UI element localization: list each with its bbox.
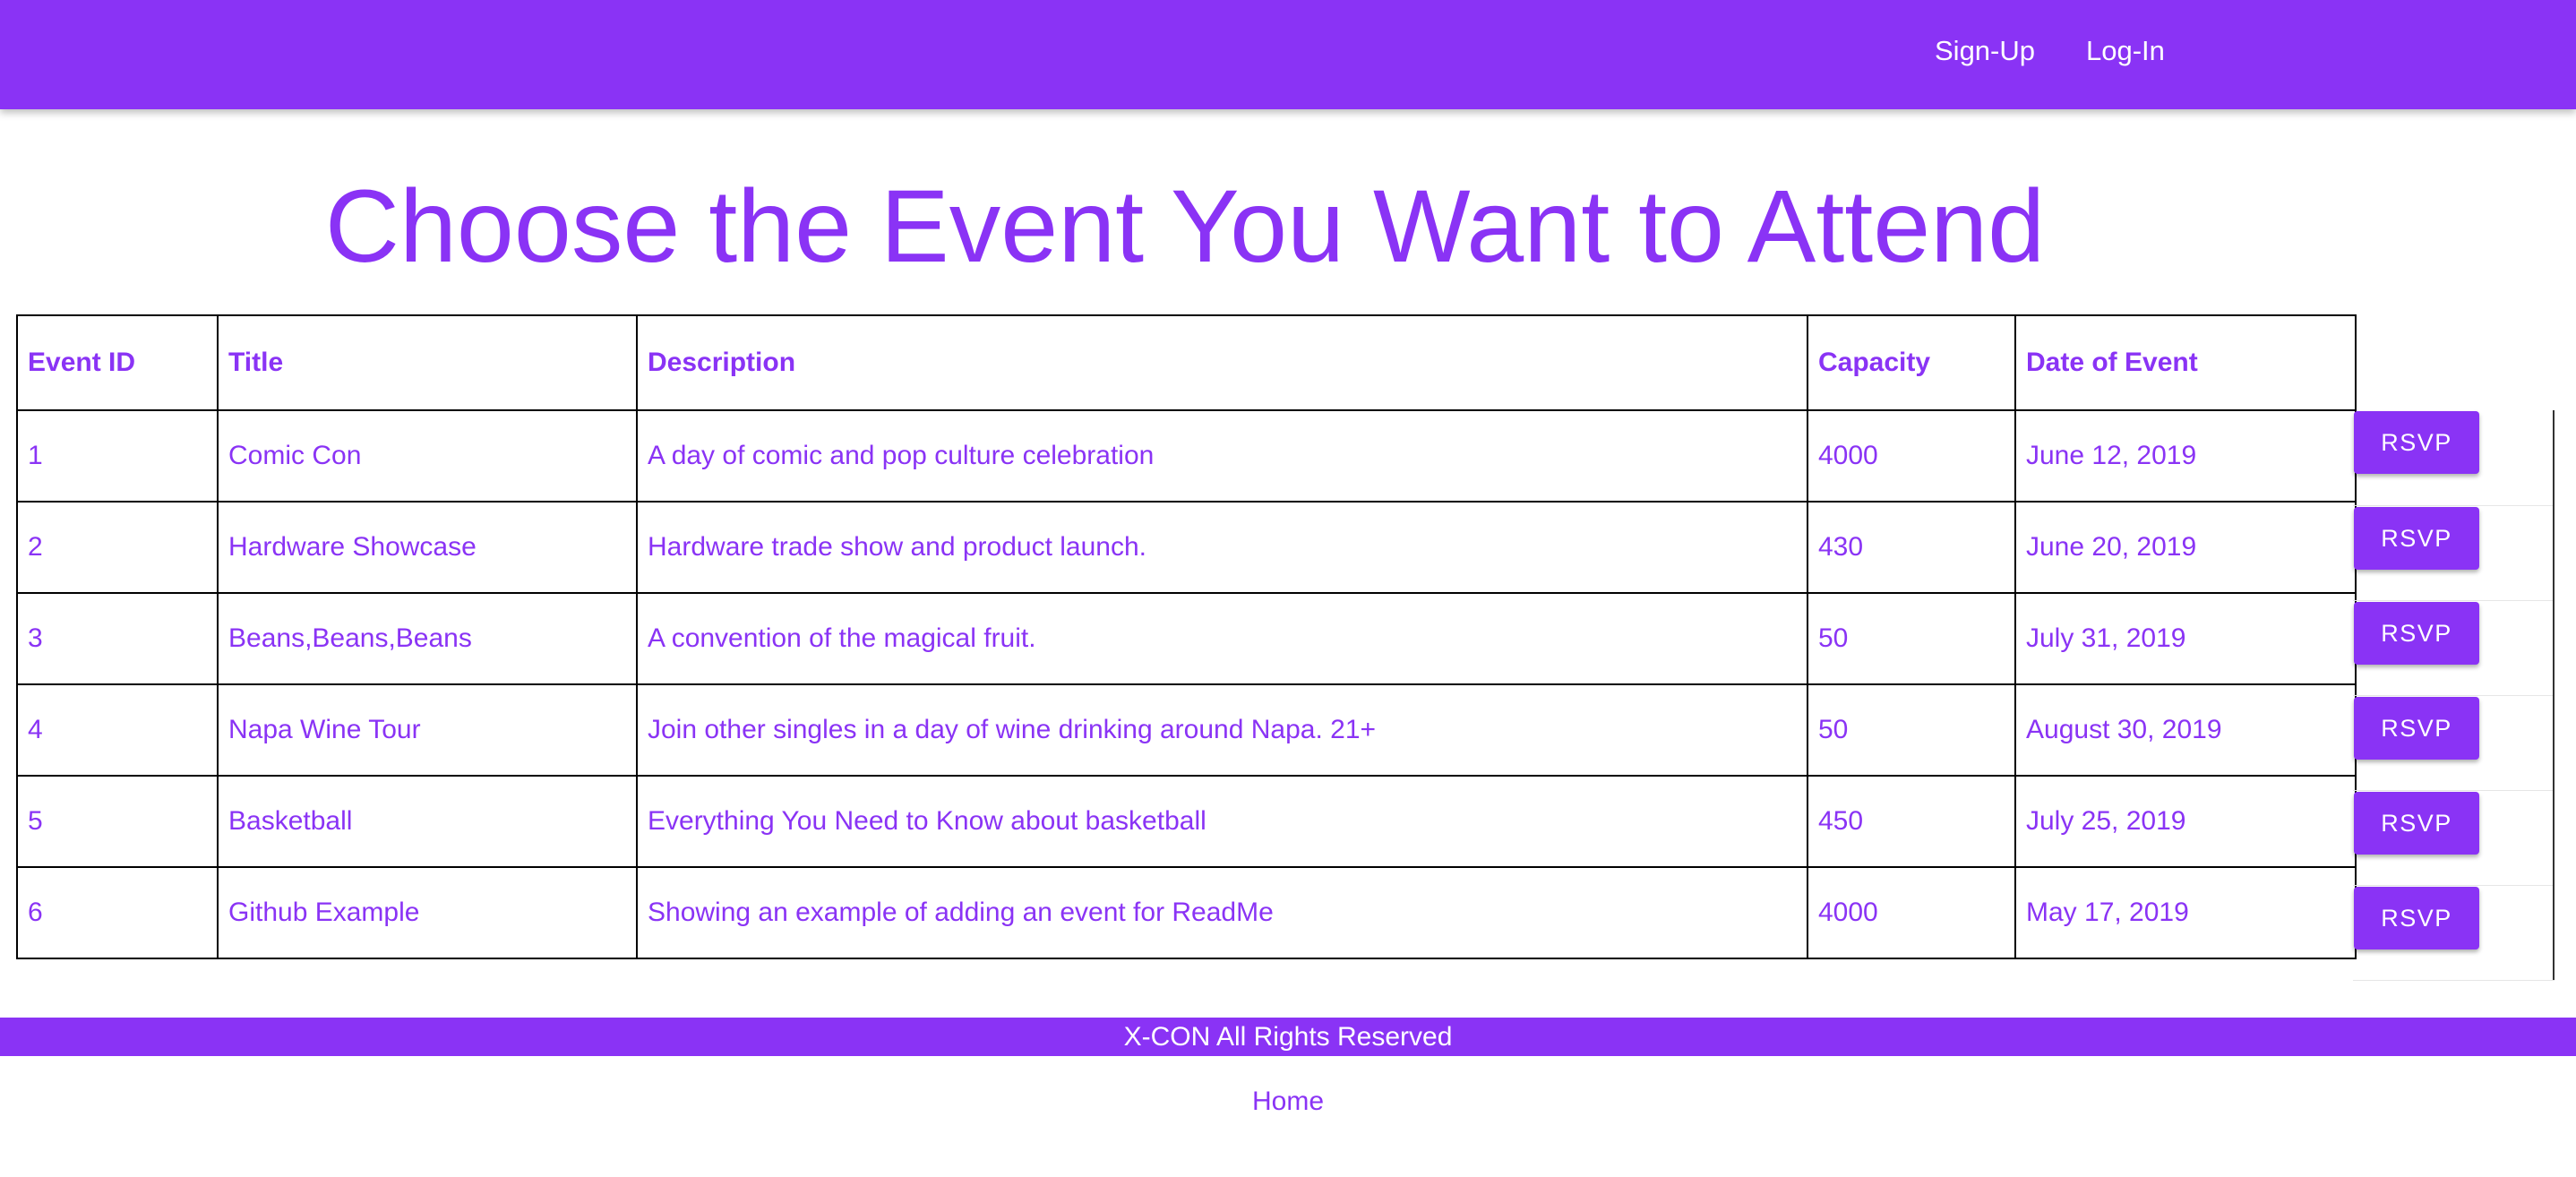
rsvp-button[interactable]: RSVP <box>2354 887 2479 949</box>
cell-date: July 25, 2019 <box>2014 775 2357 868</box>
rsvp-button[interactable]: RSVP <box>2354 602 2479 665</box>
footer-bar: X-CON All Rights Reserved <box>0 1018 2576 1056</box>
cell-title: Napa Wine Tour <box>217 683 638 777</box>
row-divider <box>2353 600 2555 601</box>
cell-date: August 30, 2019 <box>2014 683 2357 777</box>
page-title: Choose the Event You Want to Attend <box>324 169 2046 284</box>
footer-nav: Home <box>0 1084 2576 1120</box>
table-row: 4 Napa Wine Tour Join other singles in a… <box>16 683 2357 777</box>
cell-title: Github Example <box>217 866 638 959</box>
cell-title: Basketball <box>217 775 638 868</box>
rsvp-button[interactable]: RSVP <box>2354 697 2479 760</box>
cell-event-id: 1 <box>16 409 219 503</box>
header-description: Description <box>636 314 1808 411</box>
row-divider <box>2353 790 2555 791</box>
header-capacity: Capacity <box>1807 314 2016 411</box>
header-event-id: Event ID <box>16 314 219 411</box>
row-divider <box>2353 695 2555 696</box>
cell-description: Join other singles in a day of wine drin… <box>636 683 1808 777</box>
cell-description: Hardware trade show and product launch. <box>636 501 1808 594</box>
rsvp-button[interactable]: RSVP <box>2354 507 2479 570</box>
cell-capacity: 450 <box>1807 775 2016 868</box>
table-row: 1 Comic Con A day of comic and pop cultu… <box>16 409 2357 503</box>
footer-home-link[interactable]: Home <box>1252 1087 1324 1116</box>
table-row: 2 Hardware Showcase Hardware trade show … <box>16 501 2357 594</box>
row-divider <box>2353 885 2555 886</box>
nav-signup-link[interactable]: Sign-Up <box>1935 34 2035 68</box>
cell-event-id: 2 <box>16 501 219 594</box>
cell-description: A convention of the magical fruit. <box>636 592 1808 685</box>
cell-date: May 17, 2019 <box>2014 866 2357 959</box>
rsvp-button[interactable]: RSVP <box>2354 411 2479 474</box>
table-row: 6 Github Example Showing an example of a… <box>16 866 2357 959</box>
top-nav-bar: Sign-Up Log-In <box>0 0 2576 109</box>
cell-capacity: 4000 <box>1807 409 2016 503</box>
events-table: Event ID Title Description Capacity Date… <box>16 314 2357 959</box>
cell-capacity: 50 <box>1807 592 2016 685</box>
cell-event-id: 3 <box>16 592 219 685</box>
cell-capacity: 50 <box>1807 683 2016 777</box>
cell-date: June 12, 2019 <box>2014 409 2357 503</box>
row-divider <box>2353 980 2555 981</box>
cell-description: Showing an example of adding an event fo… <box>636 866 1808 959</box>
cell-title: Beans,Beans,Beans <box>217 592 638 685</box>
header-date-of-event: Date of Event <box>2014 314 2357 411</box>
cell-capacity: 4000 <box>1807 866 2016 959</box>
header-title: Title <box>217 314 638 411</box>
cell-capacity: 430 <box>1807 501 2016 594</box>
footer-copyright: X-CON All Rights Reserved <box>1123 1022 1453 1052</box>
cell-date: June 20, 2019 <box>2014 501 2357 594</box>
cell-description: Everything You Need to Know about basket… <box>636 775 1808 868</box>
cell-date: July 31, 2019 <box>2014 592 2357 685</box>
cell-description: A day of comic and pop culture celebrati… <box>636 409 1808 503</box>
row-divider <box>2353 505 2555 506</box>
cell-title: Hardware Showcase <box>217 501 638 594</box>
table-row: 5 Basketball Everything You Need to Know… <box>16 775 2357 868</box>
rsvp-button[interactable]: RSVP <box>2354 792 2479 855</box>
nav-login-link[interactable]: Log-In <box>2086 34 2165 68</box>
cell-event-id: 4 <box>16 683 219 777</box>
action-column-border <box>2553 410 2555 980</box>
cell-event-id: 5 <box>16 775 219 868</box>
table-row: 3 Beans,Beans,Beans A convention of the … <box>16 592 2357 685</box>
cell-event-id: 6 <box>16 866 219 959</box>
table-header-row: Event ID Title Description Capacity Date… <box>16 314 2357 411</box>
cell-title: Comic Con <box>217 409 638 503</box>
